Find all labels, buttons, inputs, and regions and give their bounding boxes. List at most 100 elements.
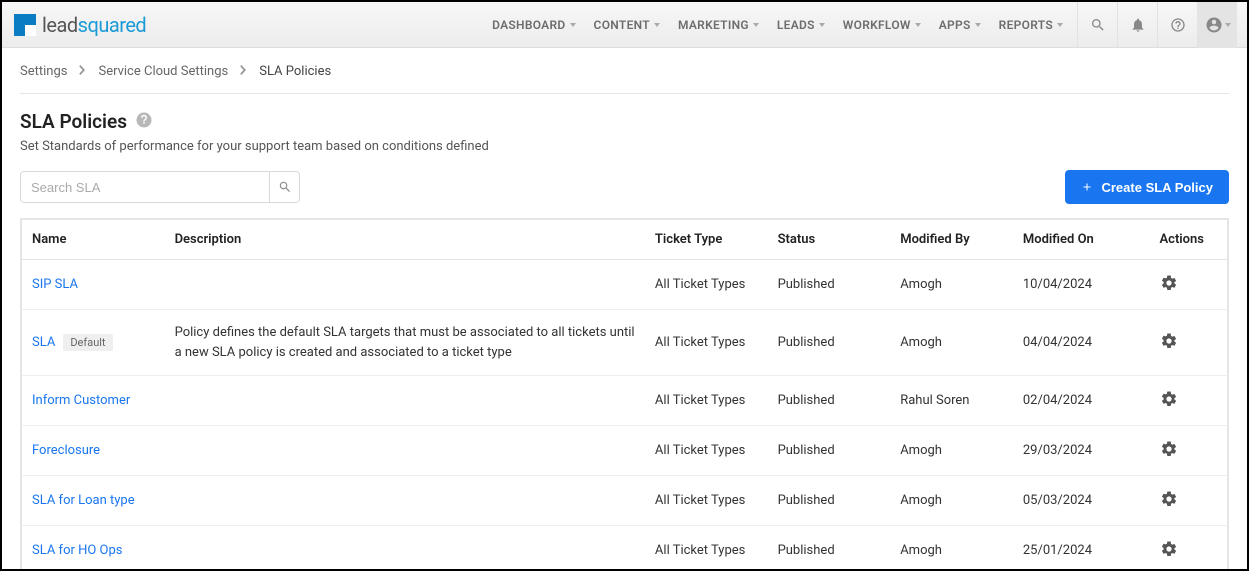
nav-dashboard[interactable]: DASHBOARD [484, 12, 583, 38]
policy-modified-by: Amogh [890, 310, 1013, 376]
chevron-down-icon [654, 23, 660, 27]
search-sla-box [20, 171, 300, 203]
search-button[interactable] [269, 172, 299, 202]
nav-label: MARKETING [678, 18, 749, 32]
nav-leads[interactable]: LEADS [769, 12, 833, 38]
breadcrumb: Settings Service Cloud Settings SLA Poli… [20, 64, 1229, 79]
table-row: Inform Customer All Ticket TypesPublished… [22, 376, 1228, 426]
policy-status: Published [768, 376, 891, 426]
policy-modified-by: Amogh [890, 426, 1013, 476]
breadcrumb-link-settings[interactable]: Settings [20, 64, 67, 79]
chevron-down-icon [753, 23, 759, 27]
info-icon[interactable] [135, 111, 153, 133]
chevron-down-icon [915, 23, 921, 27]
policy-description [165, 426, 645, 476]
policy-ticket-type: All Ticket Types [645, 260, 768, 310]
nav-label: CONTENT [594, 18, 650, 32]
divider [20, 93, 1229, 94]
policy-status: Published [768, 526, 891, 571]
policy-modified-on: 25/01/2024 [1013, 526, 1136, 571]
user-menu-icon[interactable] [1197, 2, 1237, 48]
policy-modified-by: Amogh [890, 476, 1013, 526]
column-header-actions: Actions [1135, 220, 1227, 260]
top-icon-group [1077, 2, 1237, 48]
policy-ticket-type: All Ticket Types [645, 476, 768, 526]
table-row: SLA for HO Ops All Ticket TypesPublishedA… [22, 526, 1228, 571]
column-header-modified-by[interactable]: Modified By [890, 220, 1013, 260]
policy-status: Published [768, 260, 891, 310]
policy-name-link[interactable]: SLA [32, 335, 55, 350]
policy-ticket-type: All Ticket Types [645, 310, 768, 376]
chevron-down-icon [1225, 23, 1231, 27]
chevron-right-icon [240, 64, 247, 79]
nav-content[interactable]: CONTENT [586, 12, 668, 38]
gear-icon[interactable] [1159, 439, 1179, 459]
policy-description [165, 476, 645, 526]
policy-modified-on: 29/03/2024 [1013, 426, 1136, 476]
policy-description [165, 376, 645, 426]
policy-name-link[interactable]: SLA for Loan type [32, 493, 135, 508]
policy-status: Published [768, 310, 891, 376]
bell-icon[interactable] [1117, 2, 1157, 48]
nav-workflow[interactable]: WORKFLOW [835, 12, 929, 38]
table-row: SLA Default Policy defines the default SLA… [22, 310, 1228, 376]
chevron-down-icon [1057, 23, 1063, 27]
gear-icon[interactable] [1159, 331, 1179, 351]
nav-marketing[interactable]: MARKETING [670, 12, 767, 38]
policy-modified-by: Amogh [890, 526, 1013, 571]
policy-modified-by: Amogh [890, 260, 1013, 310]
gear-icon[interactable] [1159, 539, 1179, 559]
nav-label: REPORTS [999, 18, 1053, 32]
policy-modified-by: Rahul Soren [890, 376, 1013, 426]
breadcrumb-current: SLA Policies [259, 64, 331, 79]
policy-status: Published [768, 426, 891, 476]
table-row: Foreclosure All Ticket TypesPublishedAmog… [22, 426, 1228, 476]
gear-icon[interactable] [1159, 489, 1179, 509]
column-header-modified-on[interactable]: Modified On [1013, 220, 1136, 260]
table-row: SLA for Loan type All Ticket TypesPublish… [22, 476, 1228, 526]
page-title: SLA Policies [20, 110, 127, 133]
column-header-name[interactable]: Name [22, 220, 165, 260]
top-navigation-bar: leadsquared DASHBOARD CONTENT MARKETING … [2, 2, 1247, 48]
chevron-down-icon [819, 23, 825, 27]
nav-label: APPS [939, 18, 971, 32]
gear-icon[interactable] [1159, 273, 1179, 293]
policy-name-link[interactable]: Inform Customer [32, 393, 130, 408]
policy-modified-on: 10/04/2024 [1013, 260, 1136, 310]
table-row: SIP SLA All Ticket TypesPublishedAmogh10/… [22, 260, 1228, 310]
plus-icon [1081, 181, 1093, 193]
search-icon[interactable] [1077, 2, 1117, 48]
nav-apps[interactable]: APPS [931, 12, 989, 38]
policy-ticket-type: All Ticket Types [645, 376, 768, 426]
gear-icon[interactable] [1159, 389, 1179, 409]
logo-mark-icon [14, 14, 36, 36]
main-nav-menu: DASHBOARD CONTENT MARKETING LEADS WORKFL… [484, 12, 1071, 38]
chevron-right-icon [79, 64, 86, 79]
policy-modified-on: 02/04/2024 [1013, 376, 1136, 426]
create-sla-policy-button[interactable]: Create SLA Policy [1065, 170, 1229, 204]
sla-policies-table: Name Description Ticket Type Status Modi… [21, 219, 1228, 571]
policy-status: Published [768, 476, 891, 526]
nav-reports[interactable]: REPORTS [991, 12, 1071, 38]
column-header-description[interactable]: Description [165, 220, 645, 260]
policy-name-link[interactable]: Foreclosure [32, 443, 100, 458]
help-icon[interactable] [1157, 2, 1197, 48]
policy-ticket-type: All Ticket Types [645, 526, 768, 571]
nav-label: LEADS [777, 18, 815, 32]
brand-logo[interactable]: leadsquared [14, 13, 146, 37]
policy-description [165, 526, 645, 571]
policy-name-link[interactable]: SIP SLA [32, 277, 78, 292]
nav-label: DASHBOARD [492, 18, 565, 32]
column-header-ticket-type[interactable]: Ticket Type [645, 220, 768, 260]
page-subtitle: Set Standards of performance for your su… [20, 139, 1229, 154]
policy-description: Policy defines the default SLA targets t… [165, 310, 645, 376]
policy-description [165, 260, 645, 310]
chevron-down-icon [975, 23, 981, 27]
policy-name-link[interactable]: SLA for HO Ops [32, 543, 123, 558]
breadcrumb-link-service-cloud[interactable]: Service Cloud Settings [98, 64, 228, 79]
column-header-status[interactable]: Status [768, 220, 891, 260]
policy-ticket-type: All Ticket Types [645, 426, 768, 476]
default-badge: Default [63, 334, 112, 351]
policy-modified-on: 04/04/2024 [1013, 310, 1136, 376]
search-input[interactable] [21, 172, 269, 202]
